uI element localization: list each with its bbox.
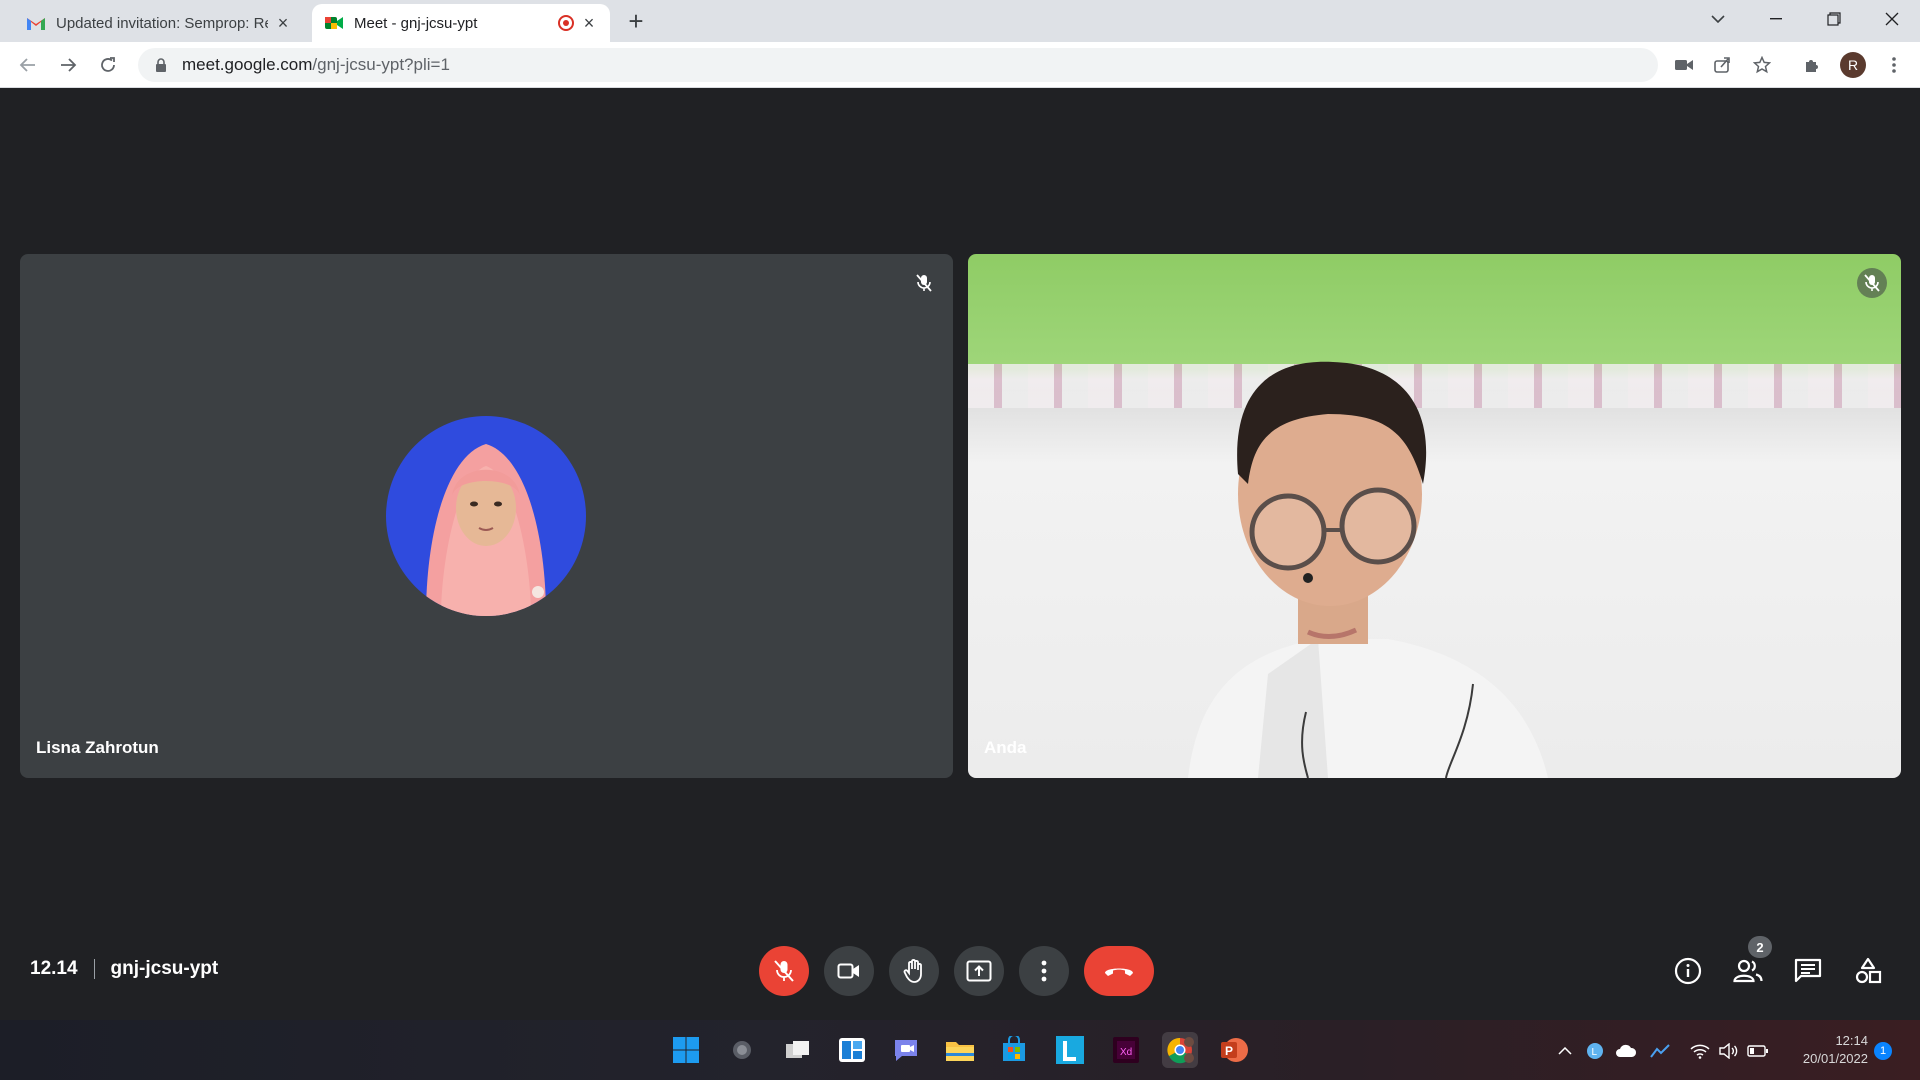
camera-video-feed (1188, 361, 1548, 778)
info-icon (1674, 957, 1702, 985)
start-windows-icon[interactable] (668, 1032, 704, 1068)
back-icon[interactable] (14, 51, 42, 79)
lightroom-tray-icon[interactable]: L (1584, 1040, 1606, 1062)
chat-button[interactable] (1790, 953, 1826, 989)
people-icon (1733, 959, 1763, 983)
chrome-taskbar-icon[interactable] (1162, 1032, 1198, 1068)
task-view-icon[interactable] (780, 1032, 816, 1068)
bookmark-star-icon[interactable] (1750, 53, 1774, 77)
muted-mic-icon (909, 268, 939, 298)
present-screen-button[interactable] (954, 946, 1004, 996)
hand-icon (903, 959, 922, 983)
wifi-icon[interactable] (1688, 1040, 1712, 1062)
tab-close-icon[interactable]: × (580, 14, 598, 32)
participant-tile-lisna[interactable]: Lisna Zahrotun (20, 254, 953, 778)
clock-date: 20/01/2022 (1802, 1051, 1868, 1066)
activities-icon (1855, 957, 1882, 984)
tab-meet[interactable]: Meet - gnj-jcsu-ypt × (312, 4, 610, 42)
meeting-details-button[interactable] (1670, 953, 1706, 989)
url-path: /gnj-jcsu-ypt?pli=1 (312, 55, 450, 74)
participant-name: Lisna Zahrotun (36, 738, 159, 757)
camera-in-use-icon[interactable] (1672, 53, 1696, 77)
tab-title: Updated invitation: Semprop: Re (56, 14, 268, 32)
new-tab-button[interactable]: + (622, 8, 650, 36)
tab-gmail[interactable]: Updated invitation: Semprop: Re × (14, 4, 304, 42)
show-hidden-icons-chevron-icon[interactable] (1554, 1040, 1576, 1062)
close-window-icon[interactable] (1864, 0, 1920, 38)
address-bar[interactable]: meet.google.com/gnj-jcsu-ypt?pli=1 (138, 48, 1658, 82)
chrome-menu-icon[interactable] (1882, 53, 1906, 77)
tab-search-icon[interactable] (1690, 0, 1746, 38)
more-vert-icon (1041, 960, 1047, 982)
participant-avatar (386, 416, 586, 616)
system-clock[interactable]: 12:14 20/01/2022 (1788, 1032, 1868, 1068)
search-circle-icon[interactable] (724, 1032, 760, 1068)
windows-taskbar: Xd P L 12:14 20/01/2022 1 (0, 1020, 1920, 1080)
more-options-button[interactable] (1019, 946, 1069, 996)
leave-call-button[interactable] (1084, 946, 1154, 996)
people-button[interactable] (1730, 953, 1766, 989)
pen-tray-icon[interactable] (1648, 1040, 1672, 1062)
lightroom-l-icon[interactable] (1052, 1032, 1088, 1068)
onedrive-cloud-icon[interactable] (1614, 1040, 1638, 1062)
hang-up-icon (1105, 968, 1133, 976)
svg-text:P: P (1225, 1044, 1233, 1058)
forward-icon[interactable] (54, 51, 82, 79)
teams-chat-icon[interactable] (888, 1032, 924, 1068)
tab-close-icon[interactable]: × (274, 14, 292, 32)
widgets-icon[interactable] (834, 1032, 870, 1068)
participant-tile-self[interactable]: Anda (968, 254, 1901, 778)
recording-icon (558, 15, 574, 31)
camera-toggle-button[interactable] (824, 946, 874, 996)
microphone-toggle-button[interactable] (759, 946, 809, 996)
share-icon[interactable] (1710, 53, 1734, 77)
extensions-icon[interactable] (1800, 53, 1824, 77)
meeting-code: gnj-jcsu-ypt (110, 958, 219, 979)
meeting-details: 12.14 gnj-jcsu-ypt (30, 958, 218, 980)
muted-mic-icon (1857, 268, 1887, 298)
raise-hand-button[interactable] (889, 946, 939, 996)
restore-icon[interactable] (1806, 0, 1862, 38)
reload-icon[interactable] (94, 51, 122, 79)
tab-title: Meet - gnj-jcsu-ypt (354, 14, 478, 32)
video-camera-icon (837, 963, 859, 979)
adobe-xd-icon[interactable]: Xd (1108, 1032, 1144, 1068)
activities-button[interactable] (1850, 953, 1886, 989)
profile-avatar[interactable]: R (1840, 52, 1866, 78)
battery-icon[interactable] (1746, 1040, 1770, 1062)
gmail-icon (26, 13, 46, 33)
minimize-icon[interactable] (1748, 0, 1804, 38)
participant-count-badge: 2 (1748, 936, 1772, 958)
divider (93, 959, 95, 979)
url-host: meet.google.com (182, 55, 313, 74)
microsoft-store-icon[interactable] (996, 1032, 1032, 1068)
browser-tab-bar: Updated invitation: Semprop: Re × Meet -… (0, 0, 1920, 42)
svg-text:L: L (1592, 1047, 1598, 1058)
svg-text:Xd: Xd (1120, 1047, 1132, 1058)
clock-time: 12:14 (1835, 1033, 1868, 1048)
file-explorer-icon[interactable] (942, 1032, 978, 1068)
powerpoint-icon[interactable]: P (1216, 1032, 1252, 1068)
chat-icon (1794, 958, 1822, 983)
meet-icon (324, 13, 344, 33)
mic-off-icon (774, 960, 794, 982)
participant-name: Anda (984, 738, 1027, 757)
lock-icon[interactable] (152, 56, 170, 74)
browser-toolbar: meet.google.com/gnj-jcsu-ypt?pli=1 (0, 42, 1920, 88)
meeting-time: 12.14 (30, 958, 78, 979)
present-icon (966, 960, 992, 982)
notification-badge[interactable]: 1 (1874, 1042, 1892, 1060)
volume-icon[interactable] (1716, 1040, 1740, 1062)
